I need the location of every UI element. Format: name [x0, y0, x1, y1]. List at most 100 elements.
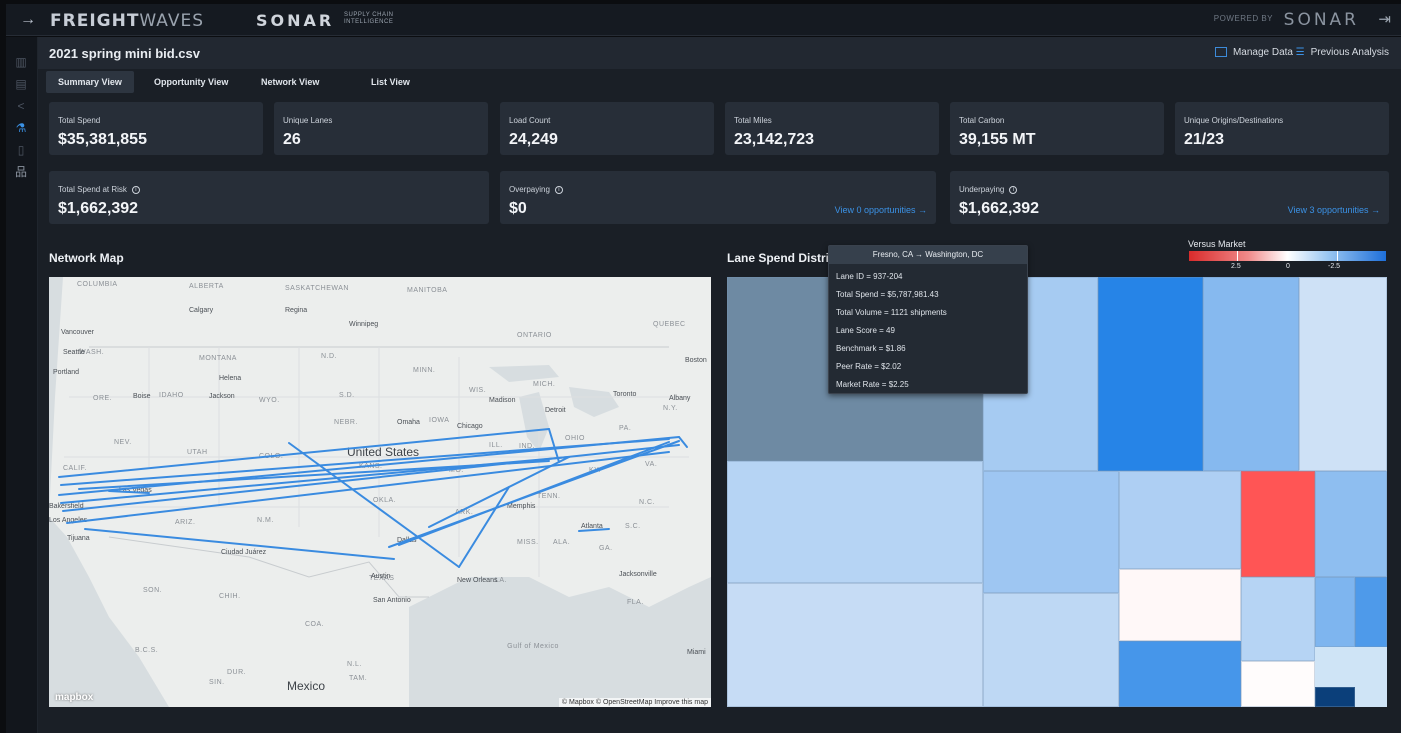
spend-at-risk-label-text: Total Spend at Risk [58, 185, 127, 194]
manage-data-label: Manage Data [1232, 47, 1293, 58]
treemap-cell[interactable] [727, 583, 983, 707]
lane-spend-treemap [727, 277, 1387, 707]
treemap-cell[interactable] [1355, 577, 1387, 647]
kpi-value: $35,381,855 [58, 131, 147, 148]
treemap-cell[interactable] [1119, 471, 1241, 569]
lane-route[interactable] [108, 490, 150, 494]
info-icon[interactable]: i [554, 185, 563, 194]
kpi-label: Total Miles [734, 116, 772, 125]
treemap-cell[interactable] [1299, 277, 1387, 471]
tooltip-lane-id: Lane ID = 937-204 [836, 272, 903, 281]
treemap-cell[interactable] [1241, 661, 1315, 707]
legend-label: 0 [1286, 263, 1290, 270]
legend-label: -2.5 [1328, 263, 1341, 270]
mapbox-logo[interactable]: mapbox [55, 692, 93, 703]
powered-sonar-logo: SONAR [1283, 10, 1359, 30]
underpaying-label-text: Underpaying [959, 185, 1005, 194]
kpi-load-count: Load Count 24,249 [500, 102, 714, 155]
flask-icon[interactable]: ⚗ [13, 121, 29, 135]
tooltip-market-rate: Market Rate = $2.25 [836, 380, 909, 389]
tab-opportunity-view[interactable]: Opportunity View [142, 71, 240, 93]
tooltip-lane-title: Fresno, CA → Washington, DC [829, 246, 1027, 264]
chart-icon[interactable]: ▤ [13, 77, 29, 91]
file-title: 2021 spring mini bid.csv [49, 46, 200, 61]
treemap-cell[interactable] [1315, 687, 1355, 707]
spend-at-risk-label: Total Spend at Risk i [58, 185, 140, 194]
kpi-label: Load Count [509, 116, 551, 125]
sonar-sub-line-2: INTELLIGENCE [344, 19, 394, 25]
manage-data-button[interactable]: Manage Data [1214, 47, 1293, 58]
map-attribution[interactable]: © Mapbox © OpenStreetMap Improve this ma… [558, 698, 711, 707]
tooltip-total-volume: Total Volume = 1121 shipments [836, 308, 947, 317]
previous-analysis-button[interactable]: ☰ Previous Analysis [1296, 47, 1389, 58]
tab-list-view[interactable]: List View [359, 71, 422, 93]
kpi-value: 21/23 [1184, 131, 1225, 148]
treemap-cell[interactable] [1315, 471, 1387, 577]
lane-tooltip: Fresno, CA → Washington, DC Lane ID = 93… [828, 245, 1028, 394]
tab-summary-view[interactable]: Summary View [46, 71, 134, 93]
view-overpaying-opportunities-link[interactable]: View 0 opportunities → [835, 205, 927, 215]
kpi-label: Unique Lanes [283, 116, 333, 125]
treemap-cell[interactable] [1315, 577, 1355, 647]
sonar-sub-line-1: SUPPLY CHAIN [344, 12, 394, 18]
treemap-cell[interactable] [1241, 577, 1315, 661]
treemap-cell[interactable] [1241, 471, 1315, 577]
app-root: → FREIGHTWAVES SONAR SUPPLY CHAIN INTELL… [0, 0, 1401, 733]
kpi-value: 26 [283, 131, 301, 148]
info-icon[interactable]: i [1009, 185, 1018, 194]
lane-route[interactable] [398, 441, 670, 546]
overpaying-card: Overpaying i $0 View 0 opportunities → [500, 171, 936, 224]
underpaying-card: Underpaying i $1,662,392 View 3 opportuni… [950, 171, 1389, 224]
kpi-label: Total Carbon [959, 116, 1005, 125]
brand-light-text: WAVES [139, 11, 205, 31]
network-map[interactable]: COLUMBIA ALBERTA SASKATCHEWAN MANITOBA O… [49, 277, 711, 707]
sonar-subtitle: SUPPLY CHAIN INTELLIGENCE [344, 12, 393, 26]
lane-route[interactable] [578, 528, 610, 532]
underpaying-value: $1,662,392 [959, 200, 1040, 217]
sidebar: ▥ ▤ < ⚗ ▯ 品 [6, 37, 38, 733]
info-icon[interactable]: i [131, 185, 140, 194]
treemap-cell[interactable] [727, 461, 983, 583]
treemap-cell[interactable] [1098, 277, 1203, 471]
legend-color-bar [1189, 251, 1386, 261]
treemap-cell[interactable] [1203, 277, 1299, 471]
brand-bold-text: FREIGHT [50, 11, 140, 31]
chart-box-icon [1214, 47, 1227, 58]
legend-tick [1237, 251, 1238, 261]
kpi-unique-origins-destinations: Unique Origins/Destinations 21/23 [1175, 102, 1389, 155]
share-icon[interactable]: < [13, 99, 29, 113]
main-content: 2021 spring mini bid.csv Manage Data ☰ Pr… [38, 37, 1401, 733]
spend-at-risk-card: Total Spend at Risk i $1,662,392 [49, 171, 489, 224]
tooltip-lane-score: Lane Score = 49 [836, 326, 895, 335]
lane-route[interactable] [84, 528, 395, 560]
underpaying-label: Underpaying i [959, 185, 1018, 194]
sonar-logo: SONAR [256, 11, 335, 30]
overpaying-label: Overpaying i [509, 185, 563, 194]
tab-network-view[interactable]: Network View [249, 71, 331, 93]
lane-route[interactable] [548, 428, 560, 463]
list-icon: ☰ [1295, 47, 1305, 58]
legend-title: Versus Market [1188, 239, 1246, 249]
document-icon[interactable]: ▯ [13, 143, 29, 157]
treemap-cell[interactable] [1119, 641, 1241, 707]
view-underpaying-opportunities-link[interactable]: View 3 opportunities → [1288, 205, 1380, 215]
logout-icon[interactable]: ⇥ [1378, 10, 1391, 28]
overpaying-label-text: Overpaying [509, 185, 550, 194]
file-bar: 2021 spring mini bid.csv Manage Data ☰ Pr… [38, 37, 1401, 69]
treemap-cell[interactable] [1119, 569, 1241, 641]
treemap-cell[interactable] [983, 593, 1119, 707]
kpi-total-miles: Total Miles 23,142,723 [725, 102, 939, 155]
network-map-title: Network Map [49, 251, 124, 265]
spend-at-risk-value: $1,662,392 [58, 200, 139, 217]
dashboard-icon[interactable]: ▥ [13, 55, 29, 69]
kpi-label: Total Spend [58, 116, 101, 125]
tooltip-benchmark: Benchmark = $1.86 [836, 344, 906, 353]
kpi-total-carbon: Total Carbon 39,155 MT [950, 102, 1164, 155]
legend-tick [1337, 251, 1338, 261]
expand-arrow-icon[interactable]: → [20, 11, 36, 29]
kpi-value: 24,249 [509, 131, 558, 148]
treemap-cell[interactable] [983, 471, 1119, 593]
kpi-value: 39,155 MT [959, 131, 1036, 148]
network-icon[interactable]: 品 [13, 165, 29, 179]
lane-route[interactable] [678, 436, 688, 448]
